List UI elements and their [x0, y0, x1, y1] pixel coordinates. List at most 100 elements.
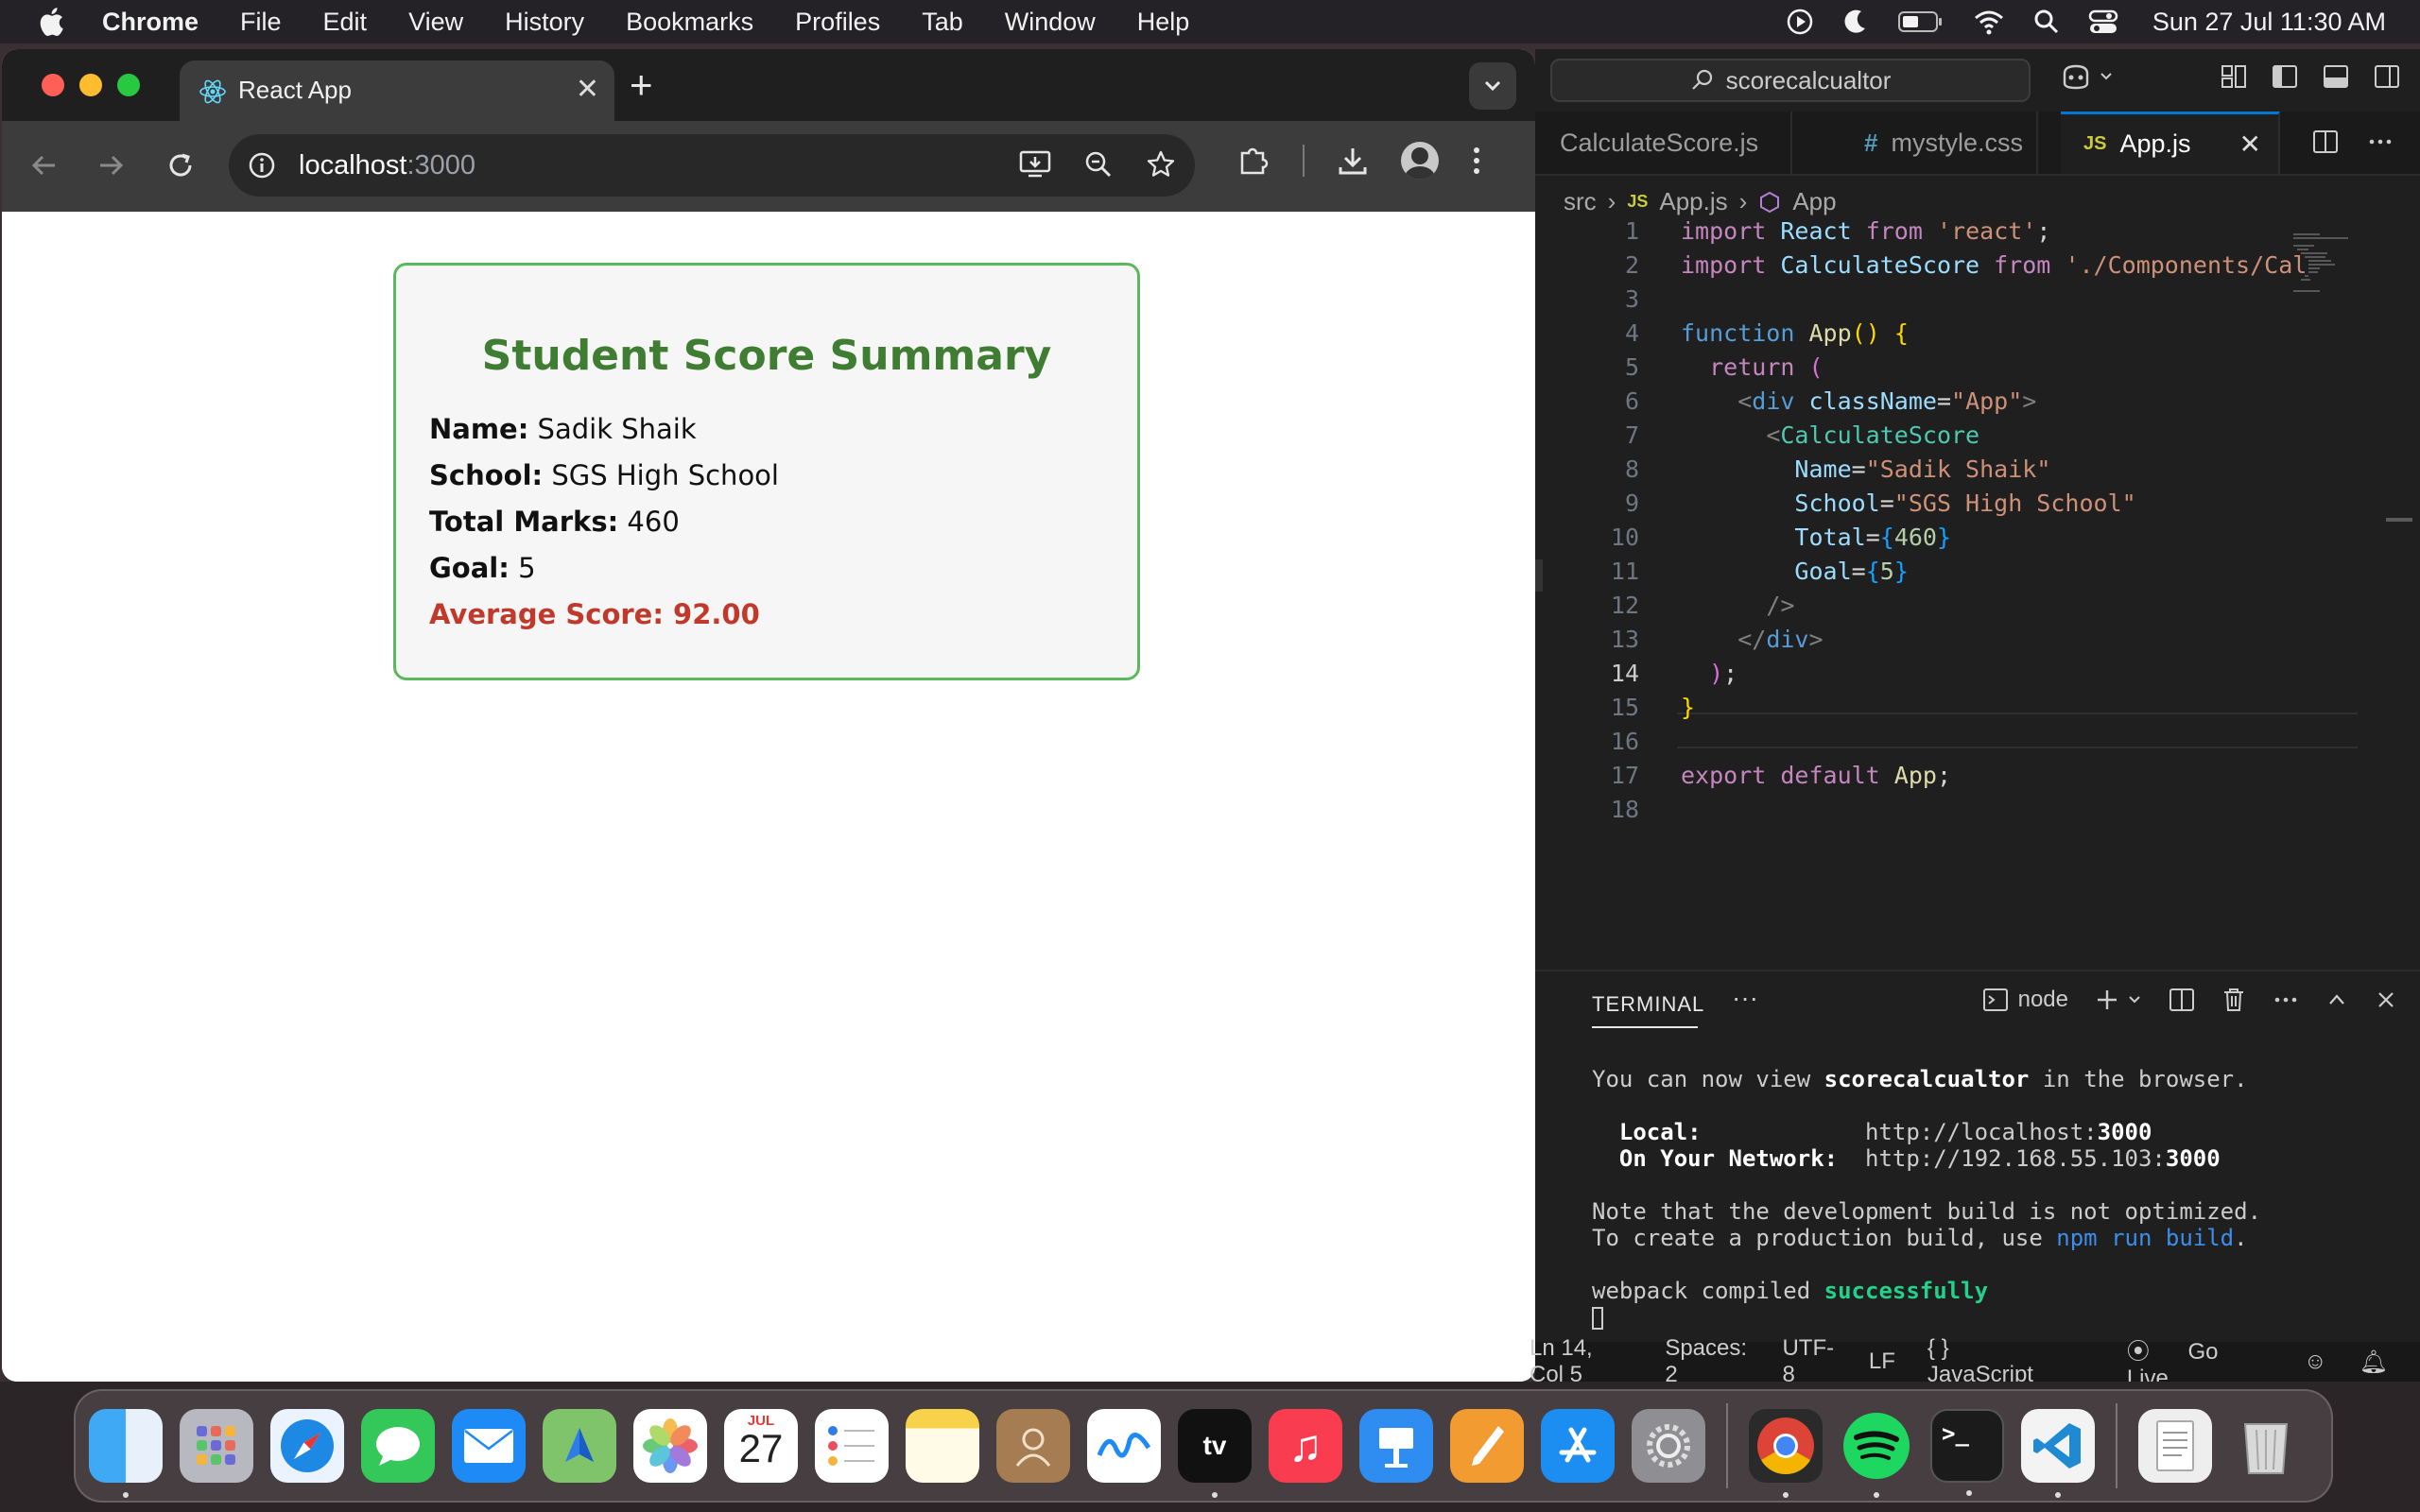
breadcrumb-file[interactable]: App.js [1659, 187, 1727, 216]
wifi-icon[interactable] [1973, 9, 2005, 35]
app-store-icon[interactable] [1541, 1409, 1615, 1483]
menu-profiles[interactable]: Profiles [795, 8, 880, 37]
bookmark-star-icon[interactable] [1146, 149, 1176, 180]
calendar-icon[interactable]: JUL 27 [724, 1409, 798, 1483]
running-indicator [1874, 1492, 1879, 1498]
toggle-primary-sidebar-icon[interactable] [2271, 62, 2299, 91]
tab-close-icon[interactable]: ✕ [576, 76, 599, 104]
new-terminal-plus-icon[interactable] [2095, 988, 2119, 1012]
terminal-app-icon[interactable]: >_ [1930, 1409, 2004, 1496]
browser-tab-react-app[interactable]: React App ✕ [180, 60, 614, 121]
trash-icon[interactable] [2229, 1409, 2303, 1483]
menu-help[interactable]: Help [1137, 8, 1190, 37]
tab-search-button[interactable] [1469, 62, 1516, 110]
trash-icon[interactable] [2221, 987, 2246, 1013]
status-encoding[interactable]: UTF-8 [1782, 1335, 1836, 1388]
panel-tab-terminal[interactable]: TERMINAL [1592, 992, 1704, 1017]
documents-stack-icon[interactable] [2138, 1409, 2212, 1483]
focus-moon-icon[interactable] [1842, 8, 1869, 36]
control-center-icon[interactable] [2088, 9, 2118, 35]
mail-icon[interactable] [452, 1409, 526, 1483]
address-bar[interactable]: localhost:3000 [229, 134, 1195, 197]
photos-icon[interactable] [633, 1409, 707, 1483]
spotify-icon[interactable] [1840, 1409, 1913, 1498]
maps-icon[interactable] [543, 1409, 616, 1483]
breadcrumb-folder[interactable]: src [1564, 187, 1597, 216]
messages-icon[interactable] [361, 1409, 435, 1483]
window-close-button[interactable] [42, 74, 64, 96]
spotlight-search-icon[interactable] [2033, 9, 2060, 35]
tab-app-js[interactable]: JS App.js ✕ [2061, 112, 2280, 174]
menu-history[interactable]: History [505, 8, 584, 37]
breadcrumb-symbol[interactable]: App [1792, 187, 1836, 216]
split-terminal-icon[interactable] [2169, 987, 2195, 1013]
status-language[interactable]: { } JavaScript [1927, 1335, 2095, 1388]
notes-icon[interactable] [906, 1409, 979, 1483]
code-editor[interactable]: 1 2 3 4 5 6 7 8 9 10 11 12 13 14 15 16 17 18 import React… [1535, 217, 2420, 1021]
chrome-menu-kebab-icon[interactable] [1471, 145, 1482, 177]
downloads-icon[interactable] [1337, 145, 1369, 177]
reload-icon[interactable] [164, 149, 197, 181]
forward-arrow-icon[interactable] [95, 149, 127, 181]
status-copilot-icon[interactable]: ☺ [2304, 1349, 2327, 1375]
site-info-icon[interactable] [248, 151, 276, 180]
apple-logo-icon[interactable] [36, 5, 70, 39]
launchpad-icon[interactable] [180, 1409, 253, 1483]
play-circle-icon[interactable] [1786, 8, 1814, 36]
menu-app-name[interactable]: Chrome [102, 8, 199, 37]
average-score: Average Score: 92.00 [429, 598, 760, 630]
back-arrow-icon[interactable] [28, 149, 60, 181]
menubar-clock[interactable]: Sun 27 Jul 11:30 AM [2152, 8, 2386, 37]
url-text[interactable]: localhost:3000 [299, 150, 475, 181]
safari-compass-icon[interactable] [270, 1409, 344, 1483]
menu-file[interactable]: File [240, 8, 282, 37]
apple-tv-icon[interactable]: tv [1178, 1409, 1252, 1498]
close-panel-icon[interactable] [2375, 988, 2397, 1011]
tab-close-icon[interactable]: ✕ [2239, 129, 2261, 160]
scrollbar-marker[interactable] [2386, 518, 2412, 522]
status-cursor-position[interactable]: Ln 14, Col 5 [1530, 1335, 1633, 1388]
google-chrome-icon[interactable] [1749, 1409, 1823, 1498]
terminal-shell-name[interactable]: node [2018, 987, 2068, 1013]
install-app-icon[interactable] [1019, 149, 1051, 180]
panel-more-icon[interactable]: ··· [1732, 983, 1758, 1013]
reminders-icon[interactable] [815, 1409, 889, 1483]
menu-view[interactable]: View [408, 8, 463, 37]
freeform-icon[interactable] [1087, 1409, 1161, 1483]
split-editor-icon[interactable] [2312, 129, 2339, 155]
terminal-output[interactable]: You can now view scorecalcualtor in the … [1592, 1066, 2261, 1331]
toggle-panel-icon[interactable] [2322, 62, 2350, 91]
extensions-puzzle-icon[interactable] [1236, 144, 1270, 178]
music-icon[interactable]: ♫ [1269, 1409, 1342, 1483]
customize-layout-icon[interactable] [2220, 62, 2248, 91]
tab-calculatescore-js[interactable]: CalculateScore.js [1535, 112, 1792, 174]
more-actions-icon[interactable] [2367, 129, 2394, 155]
copilot-button[interactable] [2059, 62, 2114, 91]
window-zoom-button[interactable] [117, 74, 140, 96]
menu-tab[interactable]: Tab [922, 8, 963, 37]
system-settings-gear-icon[interactable] [1632, 1409, 1705, 1483]
pages-icon[interactable] [1450, 1409, 1524, 1483]
finder-icon[interactable] [89, 1409, 163, 1498]
toggle-secondary-sidebar-icon[interactable] [2373, 62, 2401, 91]
menu-window[interactable]: Window [1005, 8, 1096, 37]
tab-mystyle-css[interactable]: # mystyle.css [1792, 112, 2038, 174]
keynote-icon[interactable] [1359, 1409, 1433, 1483]
status-indentation[interactable]: Spaces: 2 [1665, 1335, 1750, 1388]
vscode-app-icon[interactable] [2021, 1409, 2095, 1498]
window-minimize-button[interactable] [79, 74, 102, 96]
battery-icon[interactable] [1897, 9, 1945, 34]
menu-edit[interactable]: Edit [323, 8, 368, 37]
new-tab-button[interactable]: + [630, 62, 653, 108]
status-eol[interactable]: LF [1869, 1349, 1895, 1375]
command-center-search[interactable]: scorecalcualtor [1550, 59, 2031, 102]
chevron-down-icon[interactable] [2127, 992, 2142, 1007]
zoom-icon[interactable] [1083, 149, 1114, 180]
profile-avatar[interactable] [1401, 142, 1439, 180]
more-actions-icon[interactable] [2273, 987, 2299, 1013]
contacts-icon[interactable] [996, 1409, 1070, 1483]
menu-bookmarks[interactable]: Bookmarks [626, 8, 753, 37]
notifications-bell-icon[interactable]: 🔔︎ [2360, 1349, 2388, 1376]
minimap[interactable] [2291, 231, 2395, 297]
maximize-panel-chevron-up-icon[interactable] [2325, 988, 2348, 1011]
